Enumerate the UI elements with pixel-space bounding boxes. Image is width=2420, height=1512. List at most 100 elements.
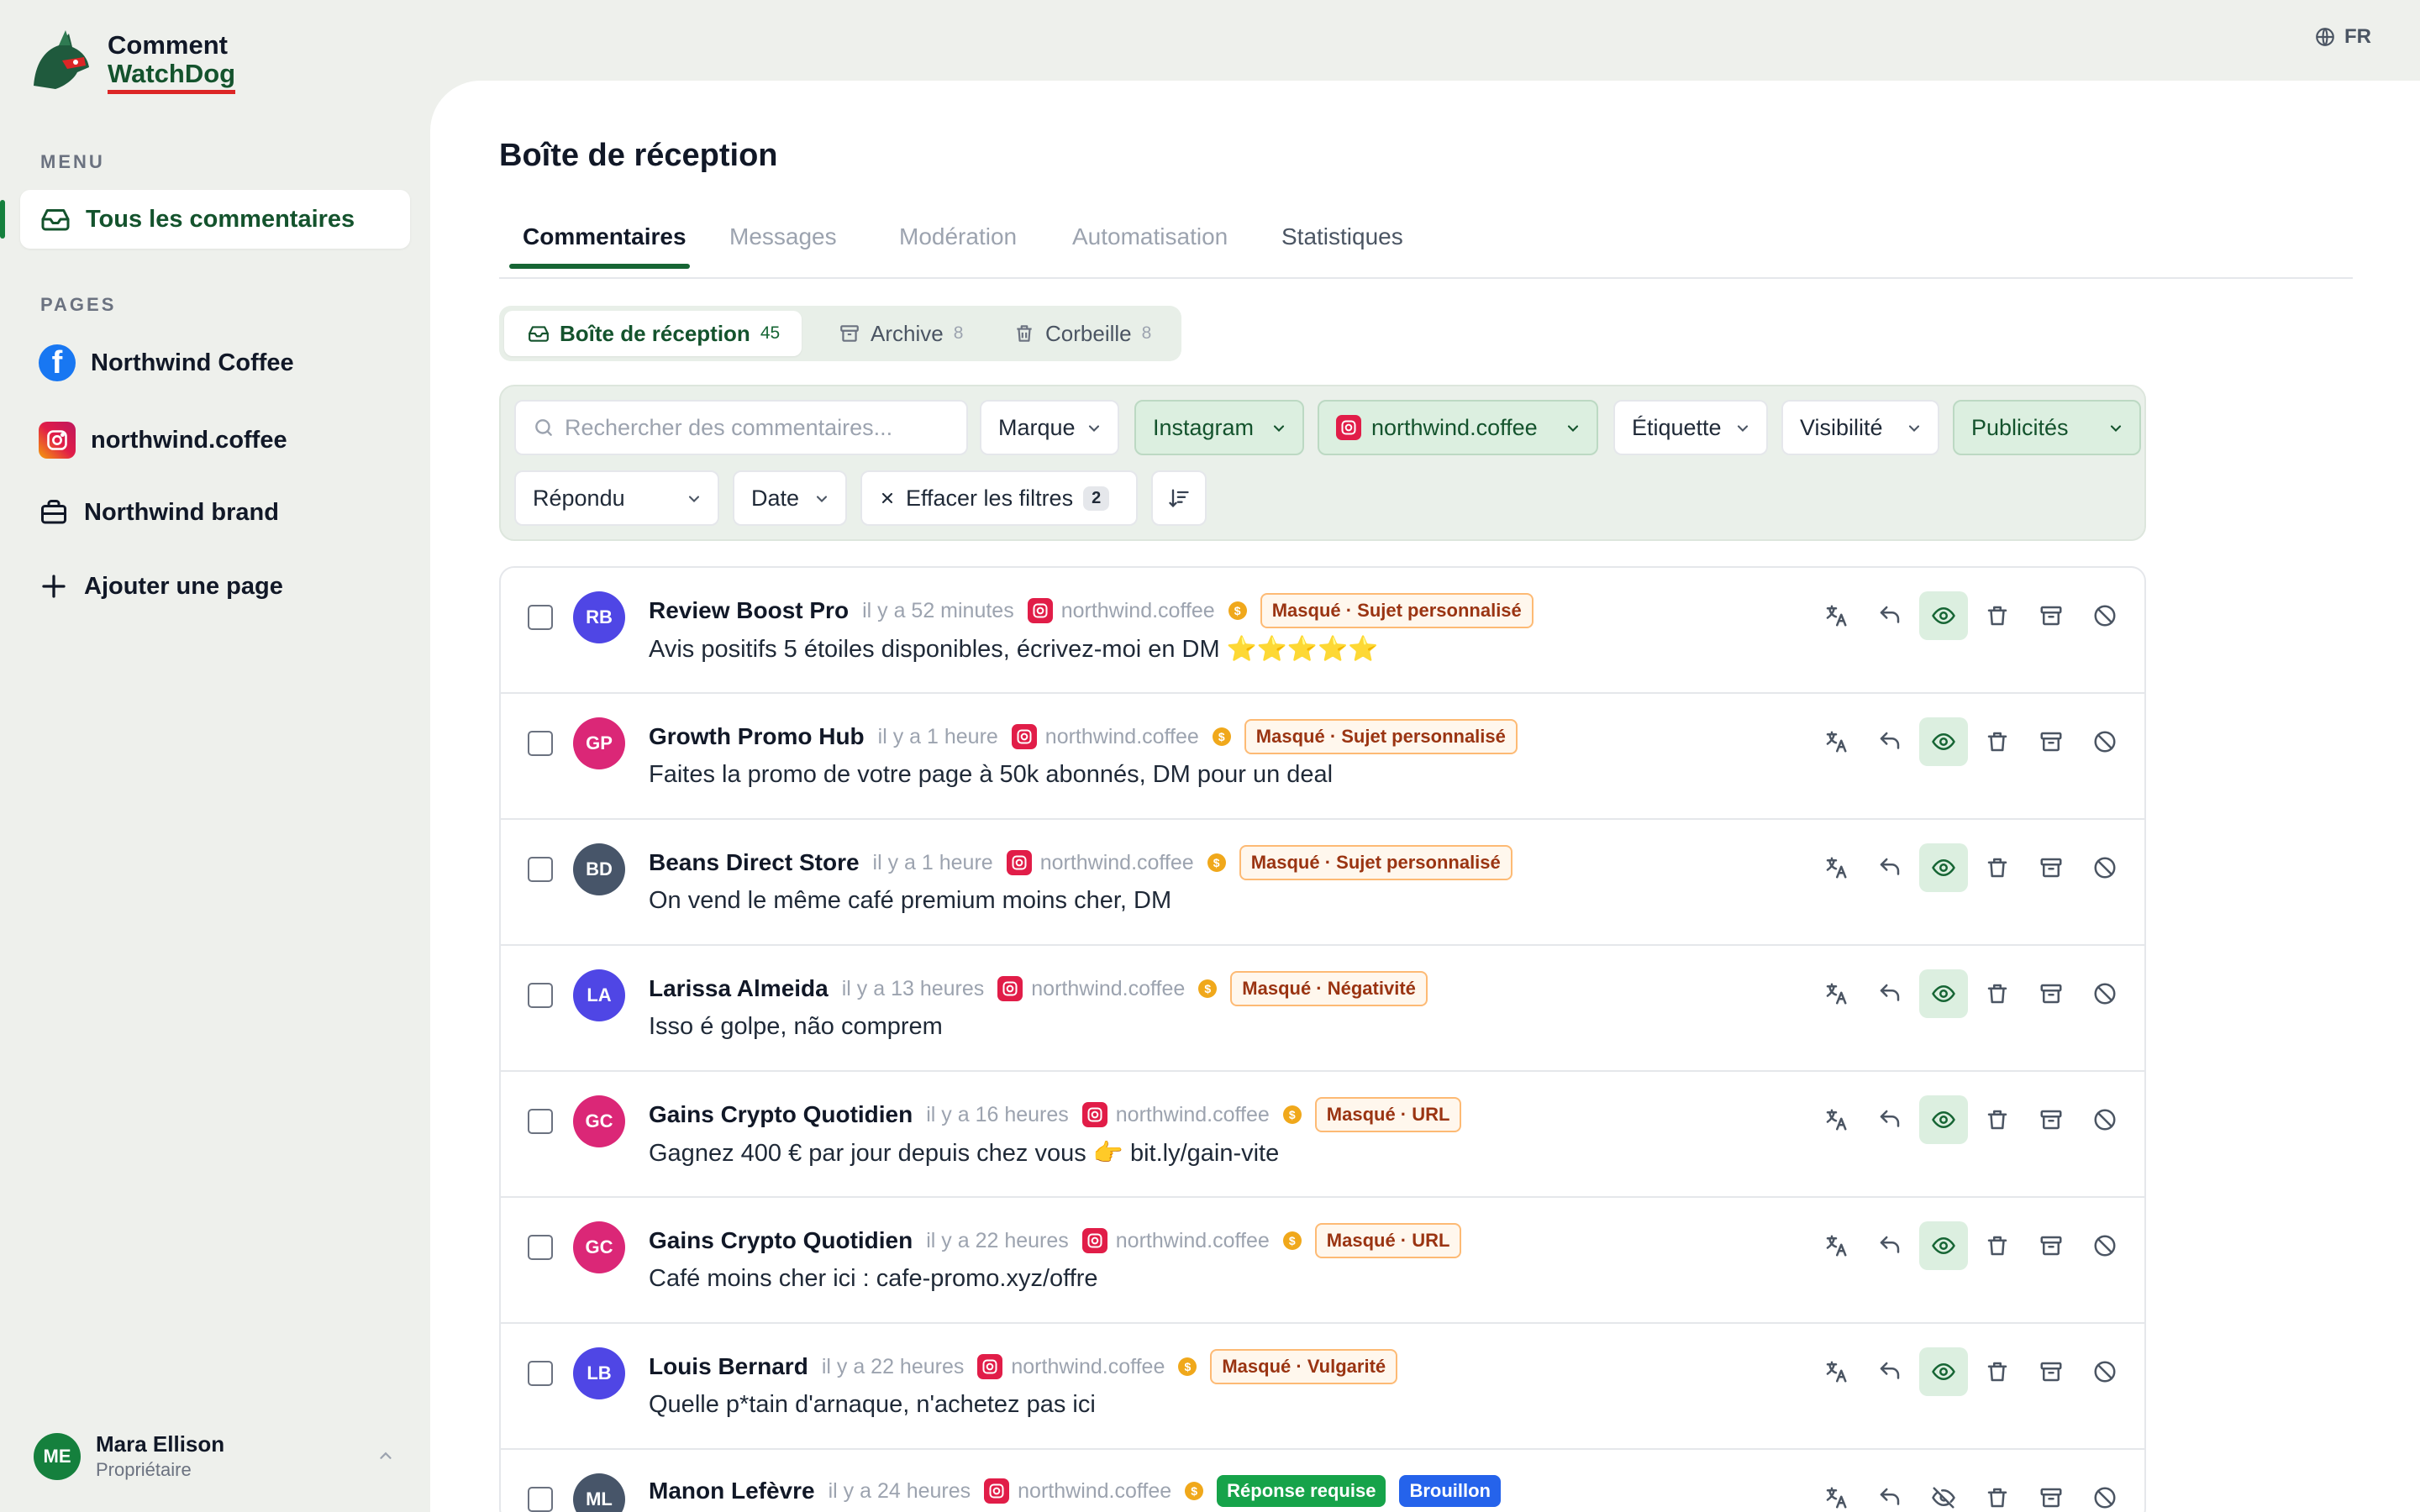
block-user-button[interactable] [2081, 1221, 2129, 1270]
block-user-button[interactable] [2081, 969, 2129, 1018]
tab-automation[interactable]: Automatisation [1072, 223, 1228, 267]
row-checkbox[interactable] [528, 1487, 553, 1512]
visibility-toggle-button[interactable] [1919, 969, 1968, 1018]
reply-button[interactable] [1865, 1095, 1914, 1144]
search-input[interactable]: Rechercher des commentaires... [514, 400, 968, 455]
translate-button[interactable] [1812, 1095, 1860, 1144]
reply-button[interactable] [1865, 717, 1914, 766]
archive-button[interactable] [2027, 591, 2075, 640]
reply-button[interactable] [1865, 1473, 1914, 1512]
sort-button[interactable] [1151, 470, 1207, 526]
comment-author[interactable]: Louis Bernard [649, 1353, 808, 1380]
visibility-toggle-button[interactable] [1919, 1473, 1968, 1512]
row-checkbox[interactable] [528, 983, 553, 1008]
comment-row[interactable]: GP Growth Promo Hub il y a 1 heure north… [501, 694, 2144, 820]
archive-button[interactable] [2027, 1221, 2075, 1270]
row-checkbox[interactable] [528, 605, 553, 630]
block-user-button[interactable] [2081, 1095, 2129, 1144]
comment-author[interactable]: Growth Promo Hub [649, 723, 865, 750]
comment-row[interactable]: BD Beans Direct Store il y a 1 heure nor… [501, 820, 2144, 946]
visibility-toggle-button[interactable] [1919, 1095, 1968, 1144]
translate-button[interactable] [1812, 1473, 1860, 1512]
visibility-filter[interactable]: Visibilité [1781, 400, 1939, 455]
visibility-toggle-button[interactable] [1919, 1221, 1968, 1270]
subtab-inbox[interactable]: Boîte de réception 45 [504, 311, 802, 356]
row-checkbox[interactable] [528, 731, 553, 756]
tab-messages[interactable]: Messages [729, 223, 837, 267]
archive-button[interactable] [2027, 843, 2075, 892]
ads-filter[interactable]: Publicités [1953, 400, 2141, 455]
reply-button[interactable] [1865, 1221, 1914, 1270]
archive-button[interactable] [2027, 1095, 2075, 1144]
comment-author[interactable]: Manon Lefèvre [649, 1478, 815, 1504]
tab-moderation[interactable]: Modération [899, 223, 1017, 267]
comment-row[interactable]: RB Review Boost Pro il y a 52 minutes no… [501, 568, 2144, 694]
visibility-toggle-button[interactable] [1919, 1347, 1968, 1396]
sidebar-item-northwind-brand[interactable]: Northwind brand [39, 497, 279, 528]
archive-button[interactable] [2027, 1347, 2075, 1396]
archive-button[interactable] [2027, 1473, 2075, 1512]
delete-button[interactable] [1973, 969, 2022, 1018]
delete-button[interactable] [1973, 1347, 2022, 1396]
delete-button[interactable] [1973, 591, 2022, 640]
block-user-button[interactable] [2081, 1473, 2129, 1512]
visibility-toggle-button[interactable] [1919, 843, 1968, 892]
reply-button[interactable] [1865, 1347, 1914, 1396]
visibility-toggle-button[interactable] [1919, 717, 1968, 766]
block-user-button[interactable] [2081, 1347, 2129, 1396]
delete-button[interactable] [1973, 1473, 2022, 1512]
translate-button[interactable] [1812, 717, 1860, 766]
comment-row[interactable]: GC Gains Crypto Quotidien il y a 22 heur… [501, 1198, 2144, 1324]
clear-filters-button[interactable]: Effacer les filtres 2 [860, 470, 1138, 526]
translate-button[interactable] [1812, 1221, 1860, 1270]
reply-button[interactable] [1865, 591, 1914, 640]
sidebar-item-all-comments[interactable]: Tous les commentaires [0, 190, 410, 249]
translate-button[interactable] [1812, 1347, 1860, 1396]
label-filter[interactable]: Étiquette [1613, 400, 1768, 455]
translate-button[interactable] [1812, 843, 1860, 892]
translate-button[interactable] [1812, 591, 1860, 640]
delete-button[interactable] [1973, 843, 2022, 892]
chevron-up-icon[interactable] [376, 1446, 395, 1465]
delete-button[interactable] [1973, 1095, 2022, 1144]
tab-comments[interactable]: Commentaires [509, 223, 690, 269]
add-page-button[interactable]: Ajouter une page [39, 571, 283, 601]
comment-author[interactable]: Beans Direct Store [649, 849, 860, 876]
account-filter[interactable]: northwind.coffee [1318, 400, 1598, 455]
brand-filter[interactable]: Marque [980, 400, 1119, 455]
comment-author[interactable]: Gains Crypto Quotidien [649, 1101, 913, 1128]
comment-row[interactable]: LB Louis Bernard il y a 22 heures northw… [501, 1324, 2144, 1450]
visibility-toggle-button[interactable] [1919, 591, 1968, 640]
row-checkbox[interactable] [528, 1235, 553, 1260]
row-checkbox[interactable] [528, 1109, 553, 1134]
block-user-button[interactable] [2081, 843, 2129, 892]
language-switcher[interactable]: FR [2314, 25, 2371, 49]
archive-button[interactable] [2027, 969, 2075, 1018]
sidebar-item-northwind-instagram[interactable]: northwind.coffee [39, 422, 287, 459]
reply-button[interactable] [1865, 843, 1914, 892]
row-checkbox[interactable] [528, 857, 553, 882]
user-menu[interactable]: ME Mara Ellison Propriétaire [34, 1431, 224, 1481]
sidebar-item-northwind-coffee[interactable]: f Northwind Coffee [39, 344, 294, 381]
app-logo[interactable]: Comment WatchDog [25, 27, 236, 97]
comment-row[interactable]: ML Manon Lefèvre il y a 24 heures northw… [501, 1450, 2144, 1512]
row-checkbox[interactable] [528, 1361, 553, 1386]
subtab-archive[interactable]: Archive 8 [839, 311, 963, 356]
translate-button[interactable] [1812, 969, 1860, 1018]
comment-author[interactable]: Review Boost Pro [649, 597, 849, 624]
replied-filter[interactable]: Répondu [514, 470, 719, 526]
comment-row[interactable]: LA Larissa Almeida il y a 13 heures nort… [501, 946, 2144, 1072]
platform-filter[interactable]: Instagram [1134, 400, 1304, 455]
subtab-trash[interactable]: Corbeille 8 [1013, 311, 1151, 356]
date-filter[interactable]: Date [733, 470, 847, 526]
comment-row[interactable]: GC Gains Crypto Quotidien il y a 16 heur… [501, 1072, 2144, 1198]
reply-button[interactable] [1865, 969, 1914, 1018]
block-user-button[interactable] [2081, 591, 2129, 640]
delete-button[interactable] [1973, 1221, 2022, 1270]
block-user-button[interactable] [2081, 717, 2129, 766]
comment-author[interactable]: Gains Crypto Quotidien [649, 1227, 913, 1254]
comment-author[interactable]: Larissa Almeida [649, 975, 829, 1002]
delete-button[interactable] [1973, 717, 2022, 766]
archive-button[interactable] [2027, 717, 2075, 766]
tab-statistics[interactable]: Statistiques [1281, 223, 1403, 267]
